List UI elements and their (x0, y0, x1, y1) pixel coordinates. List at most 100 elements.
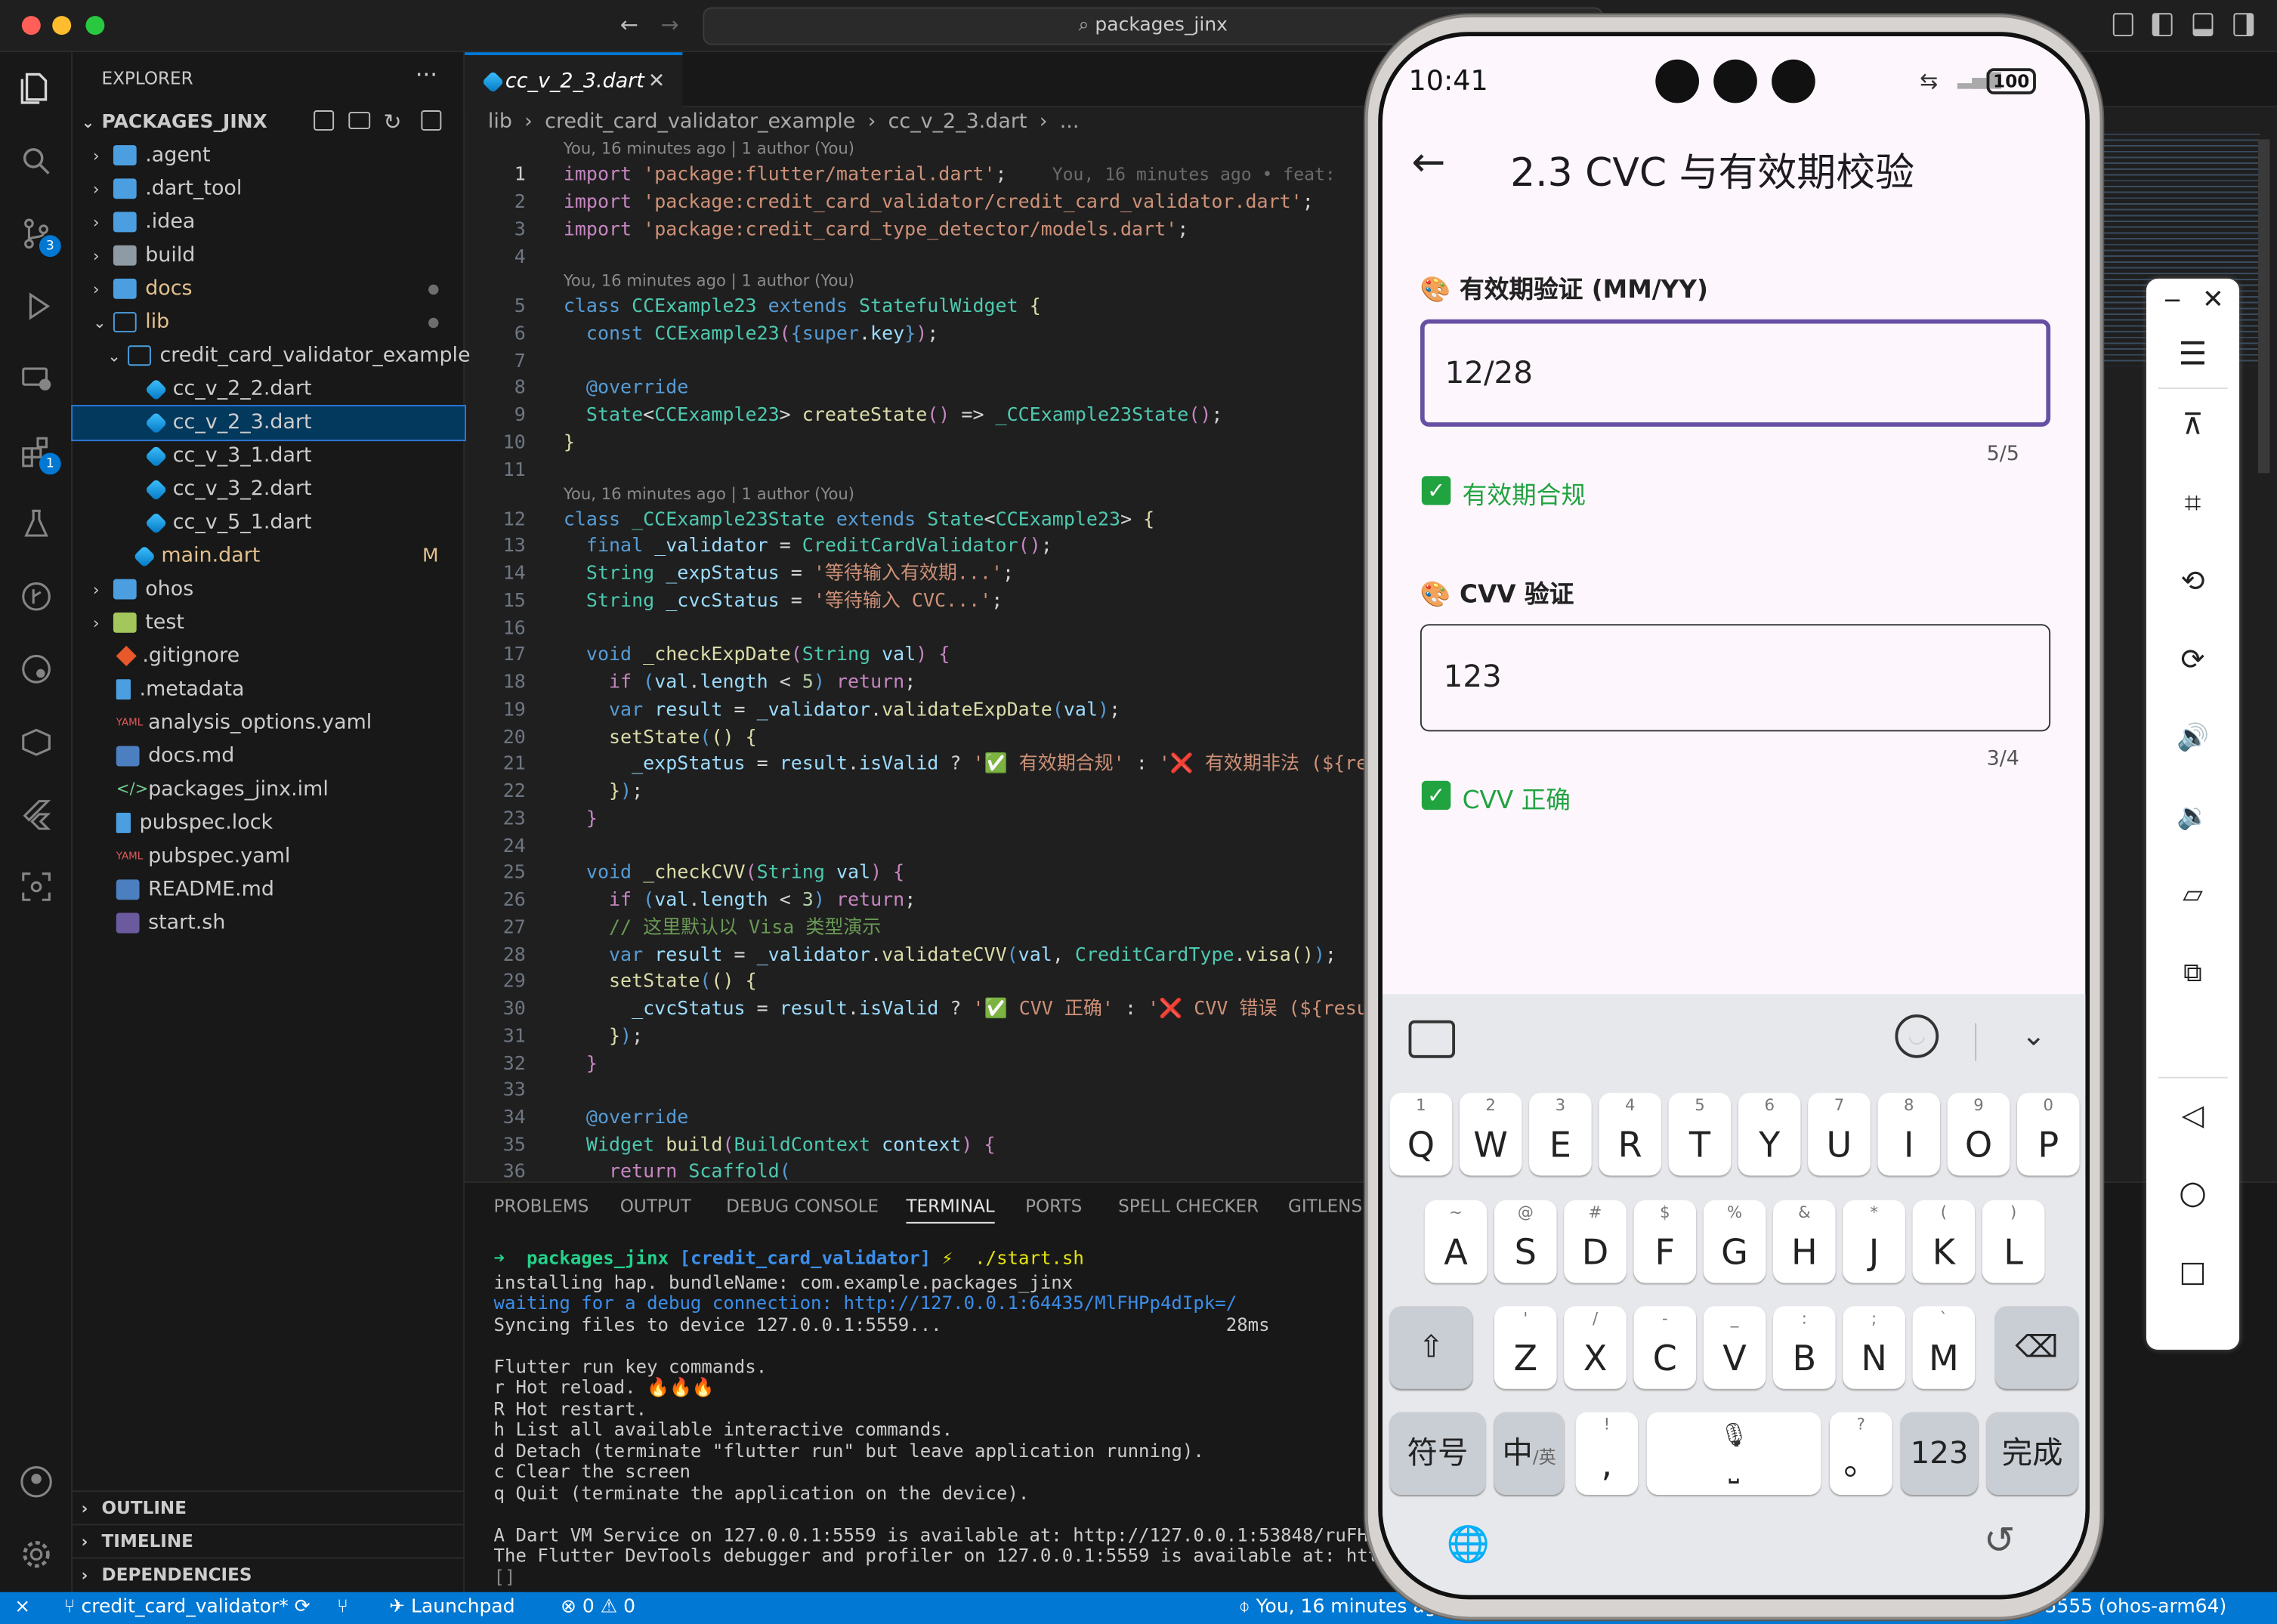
space-key[interactable]: 🎙 ⎵ (1646, 1412, 1821, 1496)
close-tab-icon[interactable]: ✕ (648, 55, 666, 107)
done-key[interactable]: 完成 (1986, 1412, 2078, 1496)
emoji-icon[interactable]: ◡ (1895, 1014, 1939, 1058)
rotate-left-icon[interactable]: ⟲ (2173, 560, 2214, 601)
nav-recents-icon[interactable]: □ (2173, 1251, 2214, 1292)
key-i[interactable]: 8I (1877, 1092, 1941, 1176)
device-status[interactable]: 5555 (ohos-arm64) (2044, 1592, 2226, 1624)
key-m[interactable]: ` M (1912, 1306, 1976, 1389)
key-k[interactable]: (K (1912, 1199, 1976, 1283)
tree-file-start-sh[interactable]: start.sh (73, 907, 465, 940)
layout-icon[interactable] (2112, 13, 2133, 37)
minimize-window-button[interactable] (52, 16, 72, 36)
zoom-window-button[interactable] (85, 16, 105, 36)
tab-gitlens[interactable]: GITLENS (1288, 1196, 1362, 1216)
close-window-button[interactable] (21, 16, 41, 36)
cvv-input[interactable]: 123 (1420, 624, 2051, 732)
tab-terminal[interactable]: TERMINAL (906, 1196, 995, 1224)
tree-file-pubspec-lock[interactable]: pubspec.lock (73, 807, 465, 840)
account-icon[interactable] (14, 1460, 58, 1504)
key-n[interactable]: ; N (1843, 1306, 1905, 1389)
remote-explorer-icon[interactable] (14, 357, 58, 401)
launchpad-status[interactable]: ✈ Launchpad (389, 1592, 514, 1624)
touch-disabled-icon[interactable]: ⊼ (2173, 403, 2214, 444)
numbers-key[interactable]: 123 (1901, 1412, 1979, 1496)
scan-icon[interactable] (14, 865, 58, 909)
rotate-right-icon[interactable]: ⟳ (2173, 638, 2214, 679)
back-arrow-icon[interactable]: ← (620, 11, 638, 38)
tree-folder-dart-tool[interactable]: › .dart_tool (73, 173, 465, 206)
key-r[interactable]: 4R (1599, 1092, 1661, 1176)
codelens-blame[interactable]: You, 16 minutes ago | 1 author (You) (564, 485, 854, 504)
breadcrumb-folder[interactable]: credit_card_validator_example (545, 110, 855, 134)
volume-down-icon[interactable]: 🔉 (2173, 795, 2214, 836)
nav-back-icon[interactable]: ◁ (2173, 1095, 2214, 1135)
testing-flask-icon[interactable] (14, 502, 58, 546)
settings-gear-icon[interactable] (14, 1533, 58, 1576)
keyboard-settings-icon[interactable] (1408, 1020, 1456, 1058)
new-folder-icon[interactable] (348, 111, 371, 130)
multi-device-icon[interactable]: ⧉ (2173, 952, 2214, 993)
key-q[interactable]: 1Q (1389, 1092, 1453, 1176)
backspace-key[interactable]: ⌫ (1995, 1306, 2078, 1389)
tree-folder-agent[interactable]: › .agent (73, 139, 465, 172)
tree-folder-credit-card-validator-example[interactable]: ⌄ credit_card_validator_example (73, 340, 470, 373)
globe-icon[interactable]: 🌐 (1447, 1524, 1490, 1564)
key-j[interactable]: * J (1843, 1199, 1905, 1283)
volume-up-icon[interactable]: 🔊 (2173, 717, 2214, 758)
hide-keyboard-chevron-icon[interactable]: ⌄ (2022, 1017, 2046, 1052)
tab-cc-v-2-3[interactable]: cc_v_2_3.dart ✕ (465, 52, 683, 108)
source-control-icon[interactable]: 3 (14, 212, 61, 258)
back-arrow-icon[interactable]: ← (1411, 138, 1445, 186)
git-graph-status-icon[interactable]: ⑂ (337, 1592, 348, 1624)
tree-file-iml[interactable]: </>packages_jinx.iml (73, 773, 465, 807)
run-debug-icon[interactable] (14, 285, 58, 329)
tree-folder-docs[interactable]: › docs (73, 273, 465, 306)
breadcrumb-lib[interactable]: lib (488, 110, 512, 134)
tree-file-main-dart[interactable]: main.dart M (73, 540, 465, 573)
rotate-keyboard-icon[interactable]: ↺ (1984, 1520, 2016, 1564)
remote-indicator-icon[interactable]: ⨯ (14, 1592, 30, 1624)
tree-file-analysis-options[interactable]: YAML analysis_options.yaml (73, 707, 465, 740)
tree-file-docs-md[interactable]: docs.md (73, 740, 465, 773)
forward-arrow-icon[interactable]: → (661, 11, 679, 38)
key-h[interactable]: & H (1773, 1199, 1836, 1283)
dependencies-section[interactable]: › DEPENDENCIES (73, 1557, 465, 1591)
explorer-root[interactable]: ⌄ PACKAGES_JINX (73, 106, 465, 139)
tree-file-readme[interactable]: README.md (73, 874, 465, 907)
gitlens-icon[interactable] (14, 647, 58, 691)
period-key[interactable]: ?。 (1829, 1412, 1892, 1496)
tree-file-pubspec-yaml[interactable]: YAML pubspec.yaml (73, 840, 465, 873)
toggle-panel-icon[interactable] (2192, 13, 2214, 37)
key-u[interactable]: 7U (1808, 1092, 1871, 1176)
outline-section[interactable]: › OUTLINE (73, 1490, 465, 1524)
expiry-date-input[interactable]: 12/28 (1420, 319, 2051, 427)
key-d[interactable]: # D (1564, 1199, 1627, 1283)
key-t[interactable]: 5T (1668, 1092, 1732, 1176)
key-x[interactable]: / X (1564, 1306, 1627, 1389)
more-actions-icon[interactable]: ··· (416, 61, 437, 89)
tab-spell-checker[interactable]: SPELL CHECKER (1118, 1196, 1259, 1216)
timeline-section[interactable]: › TIMELINE (73, 1524, 465, 1557)
problems-status[interactable]: ⊗ 0 ⚠ 0 (561, 1592, 635, 1624)
tab-problems[interactable]: PROBLEMS (494, 1196, 589, 1216)
explorer-icon[interactable] (14, 66, 58, 110)
minimize-icon[interactable]: − (2152, 279, 2193, 320)
breadcrumb-file[interactable]: cc_v_2_3.dart (888, 110, 1027, 134)
breadcrumb-more[interactable]: ... (1060, 110, 1080, 134)
tree-folder-ohos[interactable]: › ohos (73, 573, 465, 607)
key-z[interactable]: ' Z (1494, 1306, 1557, 1389)
key-s[interactable]: @ S (1494, 1199, 1557, 1283)
tab-output[interactable]: OUTPUT (620, 1196, 691, 1216)
tab-ports[interactable]: PORTS (1025, 1196, 1082, 1216)
tree-folder-lib[interactable]: ⌄ lib (73, 306, 465, 339)
symbols-key[interactable]: 符号 (1389, 1412, 1486, 1496)
package-icon[interactable] (14, 720, 58, 764)
tree-folder-build[interactable]: › build (73, 239, 465, 273)
tree-file-cc-v-5-1[interactable]: cc_v_5_1.dart (73, 507, 465, 540)
codelens-blame[interactable]: You, 16 minutes ago | 1 author (You) (564, 139, 854, 158)
close-icon[interactable]: ✕ (2193, 279, 2234, 320)
key-b[interactable]: :B (1773, 1306, 1836, 1389)
language-switch-key[interactable]: 中/英 (1494, 1412, 1565, 1496)
key-y[interactable]: 6Y (1738, 1092, 1801, 1176)
key-w[interactable]: 2W (1459, 1092, 1522, 1176)
